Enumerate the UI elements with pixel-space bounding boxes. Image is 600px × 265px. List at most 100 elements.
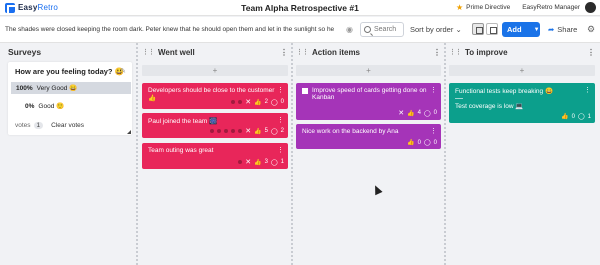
like-count: 4	[417, 110, 421, 116]
card-text: Paul joined the team 🎆	[148, 118, 218, 125]
board-description: The shades were closed keeping the room …	[5, 26, 335, 33]
more-icon[interactable]: ⋮	[277, 116, 284, 124]
close-icon[interactable]: ✕	[398, 109, 404, 117]
color-dot[interactable]	[231, 100, 236, 104]
card[interactable]: Paul joined the team 🎆 ⋮ ✕ 👍 5 ◯ 2	[142, 113, 288, 138]
color-dot[interactable]	[231, 129, 236, 133]
card[interactable]: Developers should be close to the custom…	[142, 83, 288, 109]
comment-count: 1	[587, 113, 591, 120]
votes-row: votes 1 Clear votes	[15, 122, 84, 129]
comment-icon[interactable]: ◯	[271, 159, 278, 166]
chevron-down-icon: ▼	[533, 26, 540, 33]
comment-count: 0	[433, 110, 437, 116]
column-title: Went well	[158, 47, 195, 57]
card[interactable]: Functional tests keep breaking 😀 Test co…	[449, 83, 595, 123]
column-to-improve: ⋮⋮ To improve ⋮ +	[449, 43, 595, 76]
toolbar: The shades were closed keeping the room …	[0, 17, 600, 43]
add-button[interactable]: Add ▼	[502, 22, 540, 37]
add-card-button[interactable]: +	[142, 65, 288, 76]
thumbs-up-icon[interactable]: 👍	[254, 99, 261, 106]
thumbs-up-icon[interactable]: 👍	[407, 110, 414, 117]
drag-handle-icon[interactable]: ⋮⋮	[142, 48, 155, 56]
resize-handle[interactable]	[127, 130, 131, 134]
more-icon[interactable]: ⋮	[280, 48, 288, 57]
card-text-2: Test coverage is low 💻	[455, 103, 524, 110]
comment-count: 0	[433, 139, 437, 146]
columns-view-icon[interactable]	[472, 23, 484, 35]
comment-icon[interactable]: ◯	[424, 110, 431, 117]
color-dot[interactable]	[238, 100, 243, 104]
option-label: Very Good 😄	[36, 85, 78, 92]
more-icon[interactable]: ⋮	[430, 127, 437, 135]
clear-votes-button[interactable]: Clear votes	[51, 122, 84, 129]
card-text: Team outing was great	[148, 147, 214, 154]
survey-card: How are you feeling today? 😃 ✎ 100% Very…	[8, 62, 132, 135]
pencil-icon[interactable]: ✎	[120, 67, 126, 75]
drag-handle-icon[interactable]: ⋮⋮	[449, 48, 462, 56]
drag-handle-icon[interactable]: ⋮⋮	[296, 48, 309, 56]
color-dot[interactable]	[238, 129, 243, 133]
star-icon: ★	[455, 3, 464, 12]
thumbs-up-icon[interactable]: 👍	[561, 113, 568, 120]
color-dot[interactable]	[224, 129, 229, 133]
close-icon[interactable]: ✕	[245, 127, 251, 135]
chevron-down-icon: ⌄	[455, 25, 462, 34]
card-text: Nice work on the backend by Ana	[302, 128, 399, 135]
more-icon[interactable]: ⋮	[430, 86, 437, 94]
card-text-content: Improve speed of cards getting done on K…	[312, 87, 427, 101]
color-dot[interactable]	[217, 129, 222, 133]
user-name[interactable]: EasyRetro Manager	[522, 4, 580, 11]
column-title: To improve	[465, 47, 508, 57]
close-icon[interactable]: ✕	[245, 98, 251, 106]
more-icon[interactable]: ⋮	[277, 86, 284, 94]
search-placeholder: Search	[374, 26, 397, 33]
divider	[455, 98, 463, 99]
comment-icon[interactable]: ◯	[271, 99, 278, 106]
search-icon	[364, 26, 371, 33]
gear-icon[interactable]: ⚙	[587, 24, 595, 35]
column-separator	[444, 43, 446, 265]
like-count: 3	[264, 159, 268, 165]
thumbs-up-icon[interactable]: 👍	[254, 159, 261, 166]
top-bar: EasyRetro Team Alpha Retrospective #1 ★ …	[0, 0, 600, 16]
like-count: 2	[264, 99, 268, 105]
thumbs-up-icon[interactable]: 👍	[254, 128, 261, 135]
card[interactable]: Improve speed of cards getting done on K…	[296, 83, 441, 120]
comment-icon[interactable]: ◯	[271, 128, 278, 135]
like-count: 0	[417, 139, 421, 146]
more-icon[interactable]: ⋮	[277, 146, 284, 154]
comment-icon[interactable]: ◯	[424, 139, 431, 146]
survey-option[interactable]: 100% Very Good 😄	[11, 82, 131, 94]
avatar[interactable]	[585, 2, 596, 13]
comment-count: 2	[280, 128, 284, 134]
card[interactable]: Nice work on the backend by Ana ⋮ 👍 0 ◯ 0	[296, 124, 441, 149]
column-title: Surveys	[8, 47, 42, 57]
thumbs-up-icon[interactable]: 👍	[407, 139, 414, 146]
share-button[interactable]: ➦ Share	[548, 25, 577, 34]
close-icon[interactable]: ✕	[245, 158, 251, 166]
more-icon[interactable]: ⋮	[433, 48, 441, 57]
color-dot[interactable]	[238, 160, 243, 164]
votes-label: votes	[15, 122, 31, 129]
comment-icon[interactable]: ◯	[578, 113, 585, 120]
color-dot[interactable]	[210, 129, 215, 133]
column-surveys: Surveys	[8, 43, 132, 61]
eye-icon[interactable]: ◉	[346, 25, 353, 34]
card-text: Functional tests keep breaking 😀	[455, 88, 554, 95]
add-card-button[interactable]: +	[296, 65, 441, 76]
add-card-button[interactable]: +	[449, 65, 595, 76]
card[interactable]: Team outing was great ⋮ ✕ 👍 3 ◯ 1	[142, 143, 288, 169]
votes-count: 1	[33, 122, 44, 129]
option-percent: 100%	[16, 84, 33, 92]
mouse-cursor	[371, 183, 383, 196]
prime-directive-link[interactable]: Prime Directive	[466, 4, 510, 11]
checkbox[interactable]	[302, 88, 308, 94]
search-input[interactable]: Search	[360, 22, 404, 37]
column-action-items: ⋮⋮ Action items ⋮ +	[296, 43, 441, 76]
more-icon[interactable]: ⋮	[584, 86, 591, 94]
comment-count: 1	[280, 159, 284, 165]
list-view-icon[interactable]	[486, 23, 498, 35]
survey-option[interactable]: 0% Good 🙂	[20, 100, 64, 112]
more-icon[interactable]: ⋮	[587, 48, 595, 57]
sort-dropdown[interactable]: Sort by order ⌄	[410, 25, 462, 34]
